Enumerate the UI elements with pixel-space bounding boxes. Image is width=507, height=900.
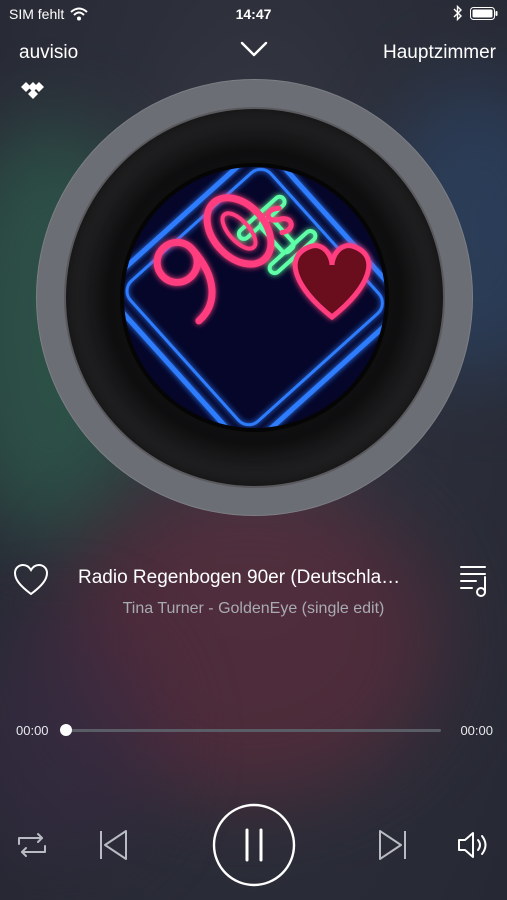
- header: auvisio Hauptzimmer: [0, 38, 507, 68]
- battery-icon: [470, 6, 498, 20]
- progress-knob[interactable]: [60, 724, 72, 736]
- bluetooth-icon: [453, 5, 462, 21]
- elapsed-time: 00:00: [16, 723, 49, 738]
- clock: 14:47: [235, 6, 272, 22]
- track-info-row: Radio Regenbogen 90er (Deutschla…: [0, 561, 507, 601]
- source-label[interactable]: auvisio: [19, 42, 78, 64]
- status-bar: SIM fehlt 14:47: [0, 0, 507, 28]
- room-label[interactable]: Hauptzimmer: [383, 42, 496, 64]
- previous-icon[interactable]: [97, 829, 129, 861]
- playback-controls: [0, 802, 507, 890]
- progress-row: 00:00 00:00: [0, 720, 507, 742]
- chevron-down-icon[interactable]: [240, 40, 268, 58]
- album-artwork: [124, 167, 385, 428]
- album-disc: [36, 79, 473, 516]
- volume-icon[interactable]: [456, 829, 494, 861]
- duration-time: 00:00: [460, 723, 493, 738]
- track-subtitle: Tina Turner - GoldenEye (single edit): [122, 600, 385, 617]
- repeat-icon[interactable]: [16, 831, 48, 859]
- neon-90s-artwork: [124, 167, 385, 428]
- queue-icon[interactable]: [459, 563, 491, 597]
- heart-icon[interactable]: [13, 563, 49, 597]
- pause-icon[interactable]: [211, 802, 297, 888]
- next-icon[interactable]: [377, 829, 409, 861]
- progress-bar[interactable]: [60, 724, 441, 736]
- track-title: Radio Regenbogen 90er (Deutschla…: [78, 567, 401, 588]
